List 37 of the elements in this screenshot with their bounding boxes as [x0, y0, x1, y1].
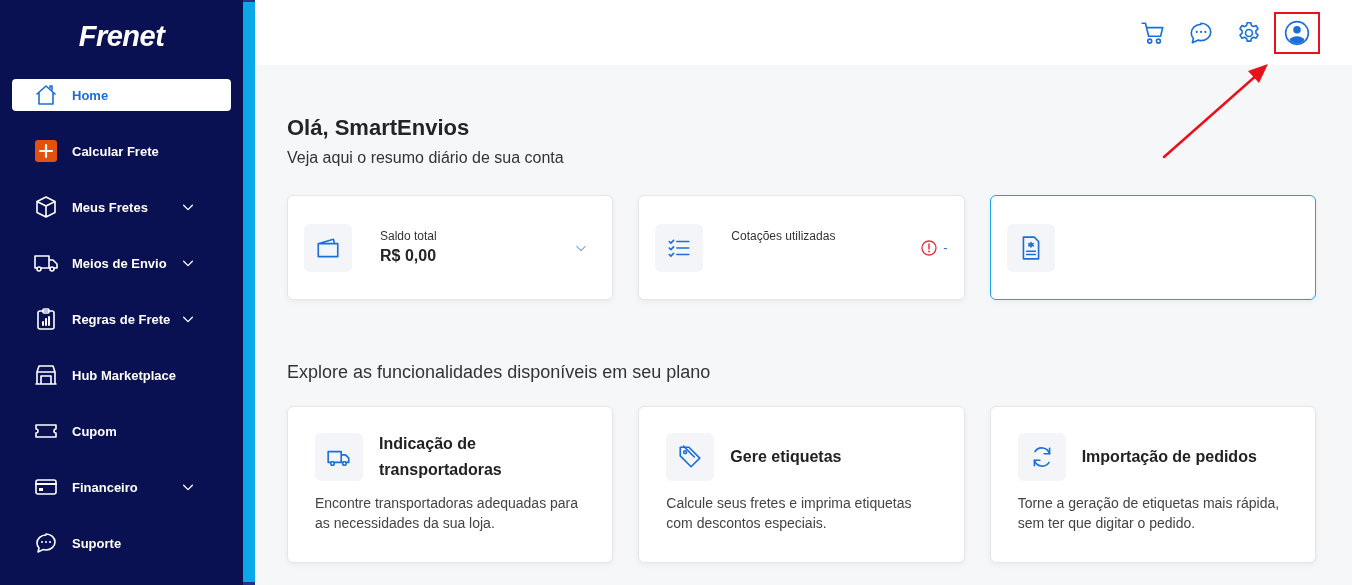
box-icon: [34, 195, 58, 219]
section-heading: Explore as funcionalidades disponíveis em seu plano: [287, 362, 712, 383]
sidebar-item[interactable]: Meios de Envio: [12, 247, 231, 279]
feature-description: Torne a geração de etiquetas mais rápida, sem ter que digitar o pedido.: [1017, 494, 1281, 533]
feature-title: Importação de pedidos: [1081, 447, 1257, 467]
balance-value: R$ 0,00: [380, 247, 438, 265]
scrollbar[interactable]: [243, 0, 255, 585]
chat-icon: [34, 531, 58, 555]
header-button[interactable]: [1274, 11, 1320, 54]
sidebar-item[interactable]: Suporte: [12, 527, 231, 559]
feature-description: Calcule seus fretes e imprima etiquetas com descontos especiais.: [666, 494, 913, 533]
feature-card[interactable]: Gere etiquetas Calcule seus fretes e imprima etiquetas com descontos especiais.: [638, 406, 965, 563]
plus-icon: [34, 139, 58, 163]
feature-title: Gere etiquetas: [730, 447, 842, 467]
house-icon: [34, 83, 58, 107]
logo: Frenet: [78, 20, 165, 53]
sidebar-item[interactable]: Meus Fretes: [12, 191, 231, 223]
sidebar-item[interactable]: Cupom: [12, 415, 231, 447]
quotes-value: -: [943, 240, 948, 255]
card-label: Cotações utilizadas: [731, 229, 837, 243]
clipboard-chart-icon: [34, 307, 58, 331]
sidebar-item[interactable]: Hub Marketplace: [12, 359, 231, 391]
alert-icon: [921, 239, 938, 256]
feature-card[interactable]: Indicação de transportadoras Encontre transportadoras adequadas para as necessidades da sua loja.: [287, 406, 614, 563]
feature-title: Indicação de transportadoras: [379, 434, 503, 480]
sidebar-item[interactable]: Home: [12, 79, 231, 111]
greeting-subtitle: Veja aqui o resumo diário de sua conta: [287, 149, 565, 167]
sidebar-item[interactable]: Financeiro: [12, 471, 231, 503]
card-label: Saldo total: [380, 229, 438, 243]
cart-icon: [1140, 19, 1166, 46]
feature-description: Encontre transportadoras adequadas para as necessidades da sua loja.: [315, 494, 580, 533]
greeting-title: Olá, SmartEnvios: [287, 115, 471, 141]
feature-card[interactable]: Importação de pedidos Torne a geração de etiquetas mais rápida, sem ter que digitar o pedido.: [989, 406, 1316, 563]
user-icon: [1284, 19, 1310, 46]
store-icon: [34, 363, 58, 387]
sidebar-item[interactable]: Calcular Frete: [12, 135, 231, 167]
sidebar-item[interactable]: Regras de Frete: [12, 303, 231, 335]
